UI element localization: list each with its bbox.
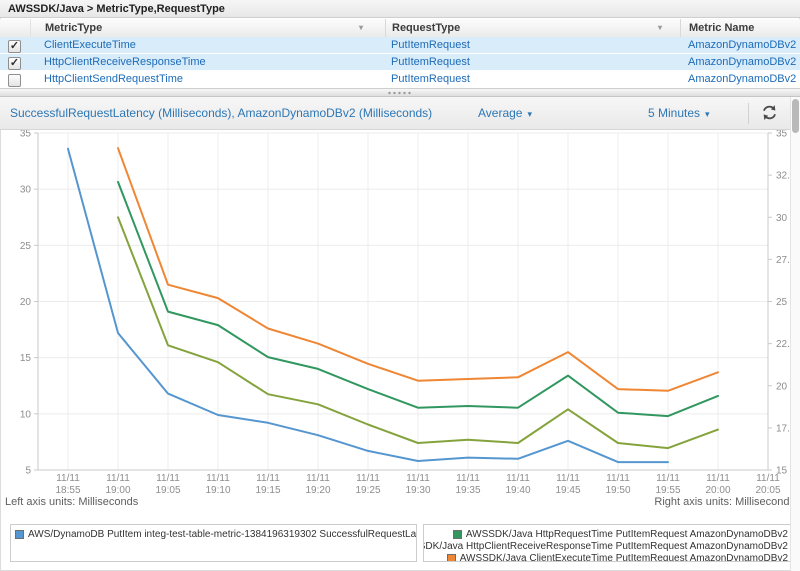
table-row[interactable]: ✓ HttpClientReceiveResponseTime PutItemR… — [0, 54, 800, 71]
svg-text:19:50: 19:50 — [605, 485, 630, 496]
table-row[interactable]: HttpClientSendRequestTime PutItemRequest… — [0, 71, 800, 88]
svg-text:35: 35 — [20, 130, 32, 140]
metrics-breadcrumb: AWSSDK/Java > MetricType,RequestType — [0, 0, 800, 18]
svg-text:35: 35 — [776, 130, 788, 140]
metric-name-link[interactable]: AmazonDynamoDBv2 — [688, 37, 796, 54]
legend-swatch-icon — [453, 530, 462, 539]
request-type-link[interactable]: PutItemRequest — [391, 71, 470, 88]
svg-text:19:35: 19:35 — [455, 485, 480, 496]
svg-text:30: 30 — [20, 185, 32, 196]
scrollbar-thumb[interactable] — [792, 99, 799, 133]
svg-text:20: 20 — [20, 297, 32, 308]
refresh-icon — [761, 104, 778, 121]
svg-text:11/11: 11/11 — [306, 473, 330, 484]
svg-text:11/11: 11/11 — [206, 473, 230, 484]
legend-label: AWSSDK/Java ClientExecuteTime PutItemReq… — [460, 553, 788, 563]
svg-text:19:30: 19:30 — [405, 485, 430, 496]
metric-type-link[interactable]: HttpClientSendRequestTime — [44, 71, 183, 88]
column-header-metric-name[interactable]: Metric Name — [680, 19, 800, 37]
legend-entry: AWSSDK/Java HttpRequestTime PutItemReque… — [428, 528, 788, 540]
statistic-dropdown[interactable]: Average ▾ — [478, 97, 532, 130]
legend-right-box: AWSSDK/Java HttpRequestTime PutItemReque… — [423, 524, 793, 562]
metric-name-link[interactable]: AmazonDynamoDBv2 — [688, 54, 796, 71]
svg-text:19:45: 19:45 — [555, 485, 580, 496]
svg-text:10: 10 — [20, 409, 32, 420]
toolbar-divider — [748, 103, 749, 124]
metric-name-link[interactable]: AmazonDynamoDBv2 — [688, 71, 796, 88]
refresh-button[interactable] — [758, 104, 780, 124]
svg-text:19:25: 19:25 — [355, 485, 380, 496]
svg-text:25: 25 — [20, 241, 32, 252]
chevron-down-icon: ▾ — [527, 109, 532, 119]
svg-text:11/11: 11/11 — [56, 473, 80, 484]
svg-text:19:05: 19:05 — [155, 485, 180, 496]
chevron-down-icon: ▾ — [705, 109, 710, 119]
request-type-link[interactable]: PutItemRequest — [391, 54, 470, 71]
request-type-link[interactable]: PutItemRequest — [391, 37, 470, 54]
svg-text:19:40: 19:40 — [505, 485, 530, 496]
svg-text:11/11: 11/11 — [256, 473, 280, 484]
svg-text:19:00: 19:00 — [105, 485, 130, 496]
svg-text:19:55: 19:55 — [655, 485, 680, 496]
chart-toolbar: SuccessfulRequestLatency (Milliseconds),… — [0, 97, 800, 130]
cloudwatch-metrics-screen: AWSSDK/Java > MetricType,RequestType Met… — [0, 0, 800, 571]
svg-text:11/11: 11/11 — [406, 473, 430, 484]
table-row[interactable]: ✓ ClientExecuteTime PutItemRequest Amazo… — [0, 37, 800, 54]
svg-text:18:55: 18:55 — [55, 485, 80, 496]
svg-text:11/11: 11/11 — [656, 473, 680, 484]
splitter-grip-icon[interactable] — [387, 91, 413, 95]
panel-splitter[interactable] — [0, 88, 800, 97]
legend-entry: AWSSDK/Java ClientExecuteTime PutItemReq… — [428, 552, 788, 562]
svg-text:11/11: 11/11 — [356, 473, 380, 484]
chart-title: SuccessfulRequestLatency (Milliseconds),… — [10, 97, 432, 130]
legend-label: AWSSDK/Java HttpClientReceiveResponseTim… — [423, 541, 788, 552]
svg-text:11/11: 11/11 — [506, 473, 530, 484]
row-checkbox[interactable]: ✓ — [8, 40, 21, 53]
table-header-row: MetricType ▾ RequestType ▾ Metric Name — [0, 19, 800, 38]
column-header-label: Metric Name — [689, 22, 754, 34]
svg-text:19:20: 19:20 — [305, 485, 330, 496]
column-header-metric-type[interactable]: MetricType ▾ — [30, 19, 385, 37]
svg-text:15: 15 — [20, 353, 32, 364]
sort-caret-icon[interactable]: ▾ — [658, 19, 662, 37]
svg-text:20: 20 — [776, 381, 788, 392]
row-checkbox[interactable] — [8, 74, 21, 87]
svg-text:15: 15 — [776, 466, 788, 477]
column-header-label: RequestType — [392, 22, 460, 34]
legend-entry: AWS/DynamoDB PutItem integ-test-table-me… — [15, 528, 412, 540]
svg-text:11/11: 11/11 — [606, 473, 630, 484]
sort-caret-icon[interactable]: ▾ — [359, 19, 363, 37]
svg-text:Left axis units: Milliseconds: Left axis units: Milliseconds — [5, 496, 139, 508]
metric-type-link[interactable]: ClientExecuteTime — [44, 37, 136, 54]
svg-text:Right axis units: Milliseconds: Right axis units: Milliseconds — [654, 496, 795, 508]
svg-text:19:15: 19:15 — [255, 485, 280, 496]
legend-swatch-icon — [447, 554, 456, 563]
legend-entry: AWSSDK/Java HttpClientReceiveResponseTim… — [428, 540, 788, 552]
period-value: 5 Minutes — [648, 106, 700, 120]
svg-text:11/11: 11/11 — [156, 473, 180, 484]
svg-text:11/11: 11/11 — [706, 473, 730, 484]
latency-chart[interactable]: 11/1118:5511/1119:0011/1119:0511/1119:10… — [0, 130, 800, 520]
column-header-label: MetricType — [45, 22, 102, 34]
svg-text:5: 5 — [25, 466, 31, 477]
svg-text:11/11: 11/11 — [106, 473, 130, 484]
svg-text:19:10: 19:10 — [205, 485, 230, 496]
scrollbar-track[interactable] — [790, 97, 800, 571]
svg-text:20:00: 20:00 — [705, 485, 730, 496]
svg-text:25: 25 — [776, 297, 788, 308]
legend-label: AWSSDK/Java HttpRequestTime PutItemReque… — [466, 529, 788, 540]
legend-left-box: AWS/DynamoDB PutItem integ-test-table-me… — [10, 524, 417, 562]
column-header-request-type[interactable]: RequestType ▾ — [385, 19, 680, 37]
period-dropdown[interactable]: 5 Minutes ▾ — [648, 97, 710, 130]
svg-text:20:05: 20:05 — [755, 485, 780, 496]
row-checkbox[interactable]: ✓ — [8, 57, 21, 70]
svg-text:11/11: 11/11 — [456, 473, 480, 484]
legend-label: AWS/DynamoDB PutItem integ-test-table-me… — [28, 529, 417, 540]
statistic-value: Average — [478, 106, 522, 120]
metric-type-link[interactable]: HttpClientReceiveResponseTime — [44, 54, 206, 71]
legend-swatch-icon — [15, 530, 24, 539]
svg-text:11/11: 11/11 — [556, 473, 580, 484]
svg-text:30: 30 — [776, 213, 788, 224]
